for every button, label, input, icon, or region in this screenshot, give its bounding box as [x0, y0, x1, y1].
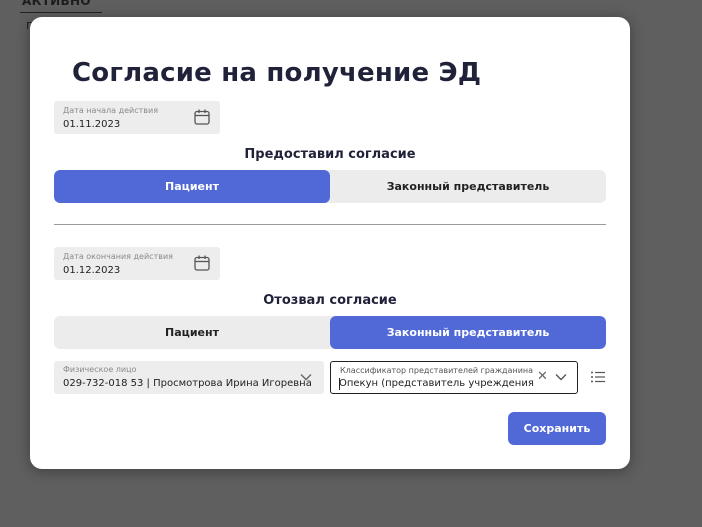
start-date-value: 01.11.2023: [63, 119, 121, 130]
list-icon[interactable]: [590, 369, 606, 385]
calendar-icon[interactable]: [193, 108, 211, 126]
revoked-option-patient[interactable]: Пациент: [54, 316, 330, 349]
chevron-down-icon[interactable]: [300, 371, 312, 383]
revoked-consent-toggle: Пациент Законный представитель: [54, 316, 606, 349]
representative-classifier-select[interactable]: Классификатор представителей гражданина …: [330, 361, 578, 394]
end-date-value: 01.12.2023: [63, 265, 121, 276]
granted-consent-toggle: Пациент Законный представитель: [54, 170, 606, 203]
granted-option-patient[interactable]: Пациент: [54, 170, 330, 203]
text-caret: [339, 378, 340, 390]
classifier-label: Классификатор представителей гражданина: [340, 366, 534, 375]
section-divider: [54, 224, 606, 225]
chevron-down-icon[interactable]: [555, 371, 567, 383]
modal-title: Согласие на получение ЭД: [72, 58, 482, 88]
start-date-label: Дата начала действия: [63, 106, 159, 115]
granted-consent-title: Предоставил согласие: [244, 147, 416, 162]
clear-icon[interactable]: ✕: [537, 369, 548, 384]
save-button[interactable]: Сохранить: [508, 412, 606, 445]
granted-option-legal-representative[interactable]: Законный представитель: [330, 170, 606, 203]
consent-modal: Согласие на получение ЭД Дата начала дей…: [30, 17, 630, 469]
classifier-input[interactable]: Опекун (представитель учреждения соци: [339, 378, 534, 389]
end-date-field[interactable]: Дата окончания действия 01.12.2023: [54, 247, 220, 280]
background-underline: [20, 12, 102, 13]
start-date-field[interactable]: Дата начала действия 01.11.2023: [54, 101, 220, 134]
person-select-value: 029-732-018 53 | Просмотрова Ирина Игоре…: [63, 378, 312, 389]
calendar-icon[interactable]: [193, 254, 211, 272]
background-heading: АКТИВНО: [22, 0, 91, 8]
person-select[interactable]: Физическое лицо 029-732-018 53 | Просмот…: [54, 361, 324, 394]
end-date-label: Дата окончания действия: [63, 252, 173, 261]
revoked-consent-title: Отозвал согласие: [263, 293, 397, 308]
revoked-option-legal-representative[interactable]: Законный представитель: [330, 316, 606, 349]
person-select-label: Физическое лицо: [63, 365, 137, 374]
